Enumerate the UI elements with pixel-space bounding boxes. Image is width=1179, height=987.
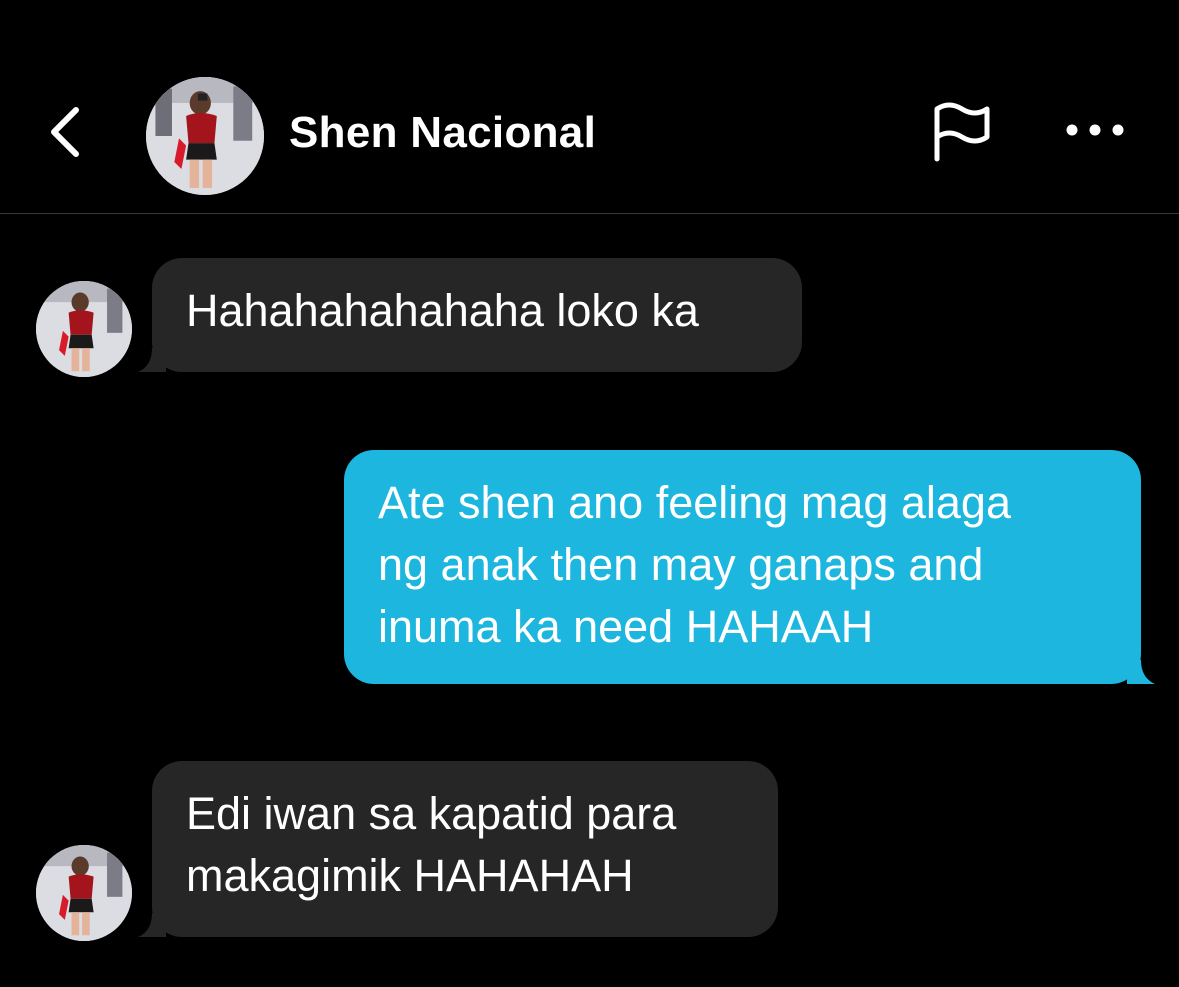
bubble-tail	[138, 348, 166, 372]
message-avatar[interactable]	[36, 281, 132, 377]
avatar-photo	[146, 77, 264, 195]
outgoing-message[interactable]: Ate shen ano feeling mag alaga ng anak t…	[344, 450, 1155, 684]
avatar[interactable]	[146, 77, 264, 195]
chevron-left-icon	[51, 107, 79, 157]
message-line: inuma ka need HAHAAH	[378, 601, 874, 652]
message-line: Ate shen ano feeling mag alaga	[378, 477, 1011, 528]
message-line: makagimik HAHAHAH	[186, 850, 634, 901]
incoming-message[interactable]: Hahahahahahaha loko ka	[138, 258, 802, 372]
back-button[interactable]	[40, 100, 90, 164]
message-line: Edi iwan sa kapatid para	[186, 788, 677, 839]
more-options-button[interactable]	[1060, 110, 1130, 150]
incoming-message[interactable]: Edi iwan sa kapatid para makagimik HAHAH…	[138, 761, 778, 937]
bubble-tail	[1127, 660, 1155, 684]
flag-icon	[934, 102, 990, 162]
contact-name[interactable]: Shen Nacional	[289, 108, 596, 158]
avatar-photo	[36, 845, 132, 941]
report-button[interactable]	[927, 97, 997, 167]
message-text: Hahahahahahaha loko ka	[186, 285, 699, 336]
bubble-tail	[138, 913, 166, 937]
message-line: ng anak then may ganaps and	[378, 539, 984, 590]
chat-header: Shen Nacional	[0, 0, 1179, 214]
message-avatar[interactable]	[36, 845, 132, 941]
avatar-photo	[36, 281, 132, 377]
more-horizontal-icon	[1066, 124, 1124, 136]
